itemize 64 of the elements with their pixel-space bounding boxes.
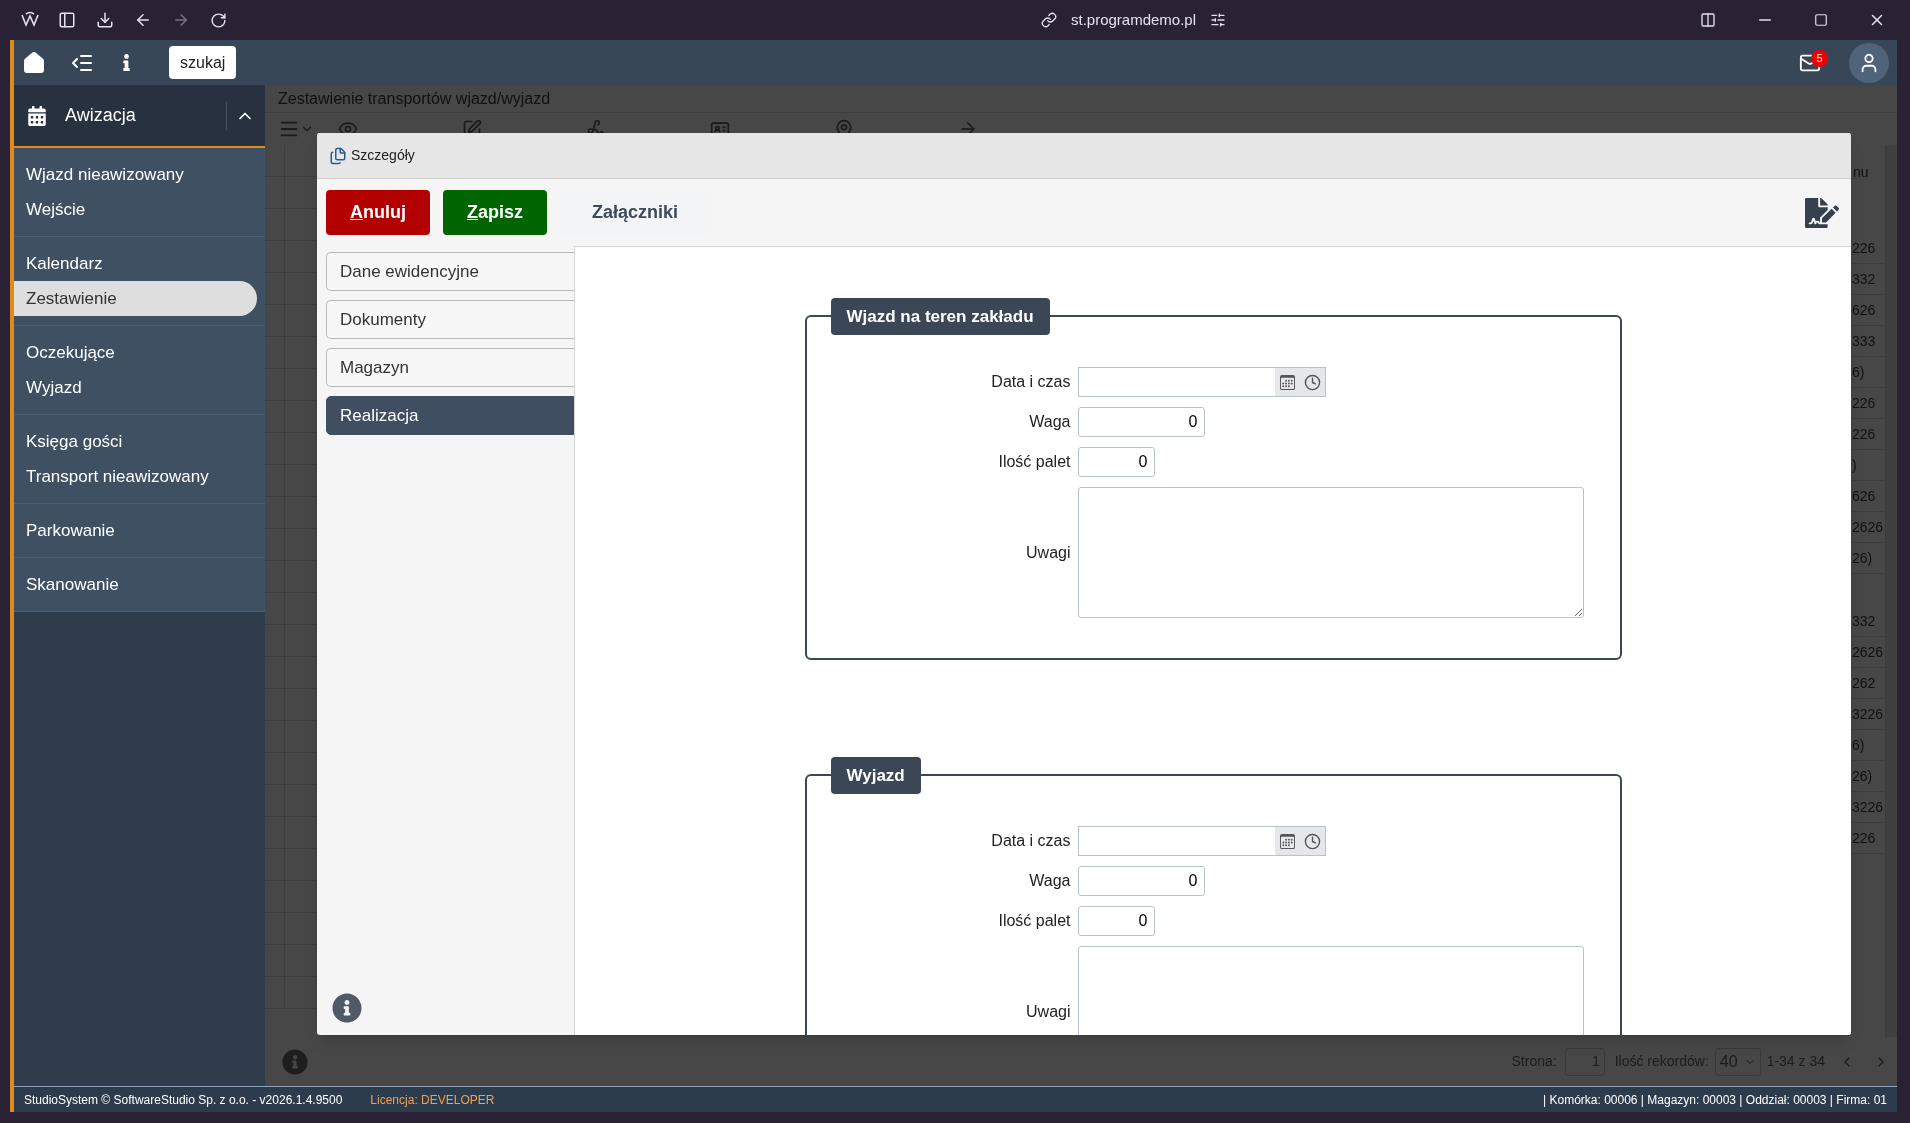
- menu-item[interactable]: Księga gości: [14, 424, 257, 459]
- field-label: Ilość palet: [997, 911, 1072, 931]
- tab[interactable]: Dane ewidencyjne: [326, 252, 574, 291]
- calendar-icon: [1279, 833, 1295, 849]
- date-time-field[interactable]: [1077, 367, 1326, 397]
- status-info: | Komórka: 00006 | Magazyn: 00003 | Oddział: 00003 | Firma: 01: [1543, 1091, 1887, 1109]
- split-view-icon[interactable]: [1700, 12, 1716, 28]
- notification-badge: 5: [1811, 49, 1828, 67]
- field-label: Data i czas: [990, 831, 1072, 851]
- section-legend: Wjazd na teren zakładu: [830, 298, 1050, 335]
- sidebar-toggle-icon[interactable]: [58, 11, 76, 29]
- field-label: Uwagi: [1025, 542, 1072, 563]
- section-title: Awizacja: [65, 104, 137, 127]
- menu-item[interactable]: Oczekujące: [14, 335, 257, 370]
- section-legend: Wyjazd: [830, 757, 921, 794]
- calendar-icon: [27, 105, 47, 126]
- input-field[interactable]: 0: [1077, 407, 1205, 437]
- input-field[interactable]: 0: [1077, 906, 1155, 936]
- document-icon: [329, 146, 347, 165]
- section-header[interactable]: Awizacja: [14, 85, 265, 148]
- save-button[interactable]: Zapisz: [443, 190, 548, 235]
- menu-item[interactable]: Wejście: [14, 192, 257, 227]
- calendar-icon: [1279, 374, 1295, 390]
- signature-icon[interactable]: [1805, 195, 1839, 230]
- maximize-icon[interactable]: [1814, 13, 1828, 27]
- clock-icon: [1303, 373, 1321, 391]
- field-label: Waga: [1028, 412, 1072, 432]
- copyright-text: StudioSystem © SoftwareStudio Sp. z o.o. - v2026.1.4.9500: [24, 1091, 343, 1109]
- menu-item[interactable]: Wyjazd: [14, 370, 257, 405]
- menu-item[interactable]: Wjazd nieawizowany: [14, 157, 257, 192]
- input-field[interactable]: 0: [1077, 447, 1155, 477]
- tab[interactable]: Magazyn: [326, 348, 574, 387]
- field-label: Ilość palet: [997, 452, 1072, 472]
- license-text: Licencja: DEVELOPER: [370, 1091, 495, 1109]
- back-icon[interactable]: [134, 11, 152, 29]
- url-text[interactable]: st.programdemo.pl: [1070, 8, 1197, 32]
- field-label: Waga: [1028, 871, 1072, 891]
- calendar-button[interactable]: [1274, 368, 1300, 396]
- field-label: Data i czas: [990, 372, 1072, 392]
- notes-field[interactable]: [1077, 487, 1584, 618]
- tab[interactable]: Dokumenty: [326, 300, 574, 339]
- download-icon[interactable]: [96, 11, 114, 29]
- user-avatar[interactable]: [1849, 42, 1889, 83]
- calendar-button[interactable]: [1274, 827, 1300, 855]
- dialog-title: Szczegóły: [351, 146, 415, 165]
- scrollbar[interactable]: [1885, 145, 1897, 1037]
- reload-icon[interactable]: [210, 11, 227, 29]
- search-button[interactable]: szukaj: [169, 46, 237, 79]
- link-icon[interactable]: [1040, 12, 1057, 28]
- clock-icon: [1303, 832, 1321, 850]
- menu-item[interactable]: Zestawienie: [14, 281, 257, 316]
- clock-button[interactable]: [1299, 827, 1325, 855]
- field-label: Uwagi: [1025, 1001, 1072, 1022]
- tab[interactable]: Realizacja: [326, 396, 574, 435]
- forward-icon[interactable]: [172, 11, 190, 29]
- clock-button[interactable]: [1299, 368, 1325, 396]
- home-icon[interactable]: [22, 50, 46, 75]
- site-settings-icon[interactable]: [1210, 12, 1227, 28]
- date-time-field[interactable]: [1077, 826, 1326, 856]
- info-icon[interactable]: [332, 993, 362, 1023]
- input-field[interactable]: 0: [1077, 866, 1205, 896]
- menu-item[interactable]: Kalendarz: [14, 246, 257, 281]
- cancel-button[interactable]: Anuluj: [326, 190, 430, 235]
- menu-item[interactable]: Transport nieawizowany: [14, 459, 257, 494]
